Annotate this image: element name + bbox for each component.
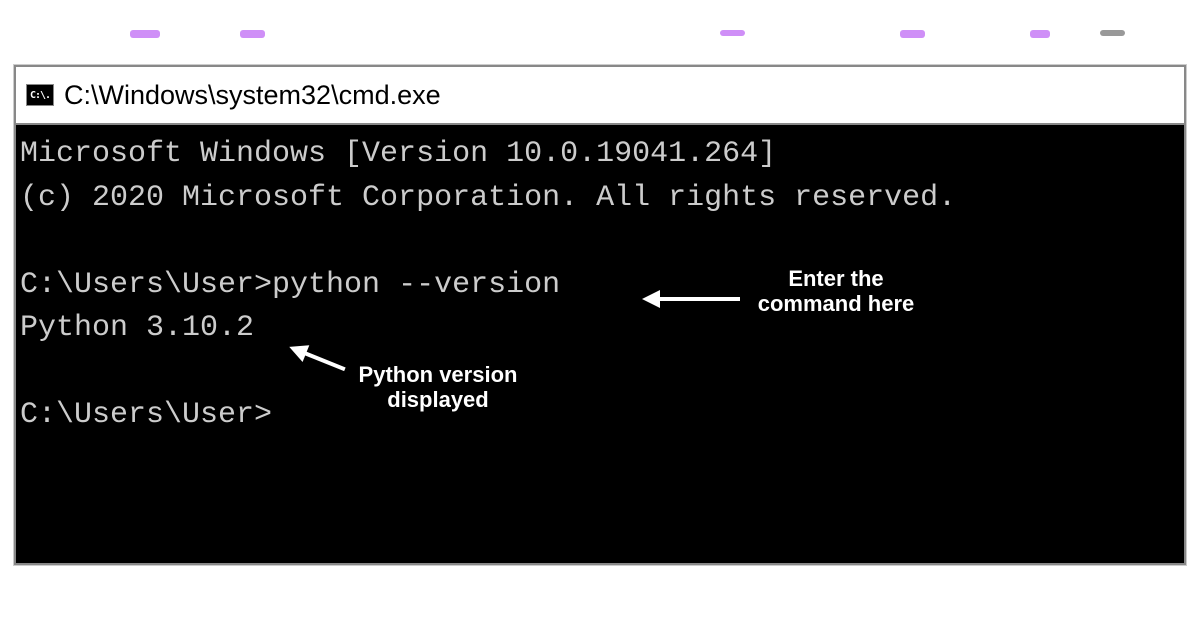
entered-command: python --version [272,268,560,302]
cmd-icon: C:\. [26,84,54,106]
command-line-1: C:\Users\User>python --version [20,264,1180,308]
titlebar[interactable]: C:\. C:\Windows\system32\cmd.exe [16,67,1184,125]
banner-line-1: Microsoft Windows [Version 10.0.19041.26… [20,133,1180,177]
window-title: C:\Windows\system32\cmd.exe [64,80,441,111]
cmd-window: C:\. C:\Windows\system32\cmd.exe Microso… [14,65,1186,565]
prompt-1: C:\Users\User> [20,268,272,302]
command-output: Python 3.10.2 [20,307,1180,351]
arrow-icon [657,297,740,301]
cmd-icon-glyph: C:\. [30,90,50,101]
banner-line-2: (c) 2020 Microsoft Corporation. All righ… [20,177,1180,221]
prompt-2: C:\Users\User> [20,394,1180,438]
arrow-head-icon [642,290,660,308]
terminal-output[interactable]: Microsoft Windows [Version 10.0.19041.26… [16,125,1184,563]
